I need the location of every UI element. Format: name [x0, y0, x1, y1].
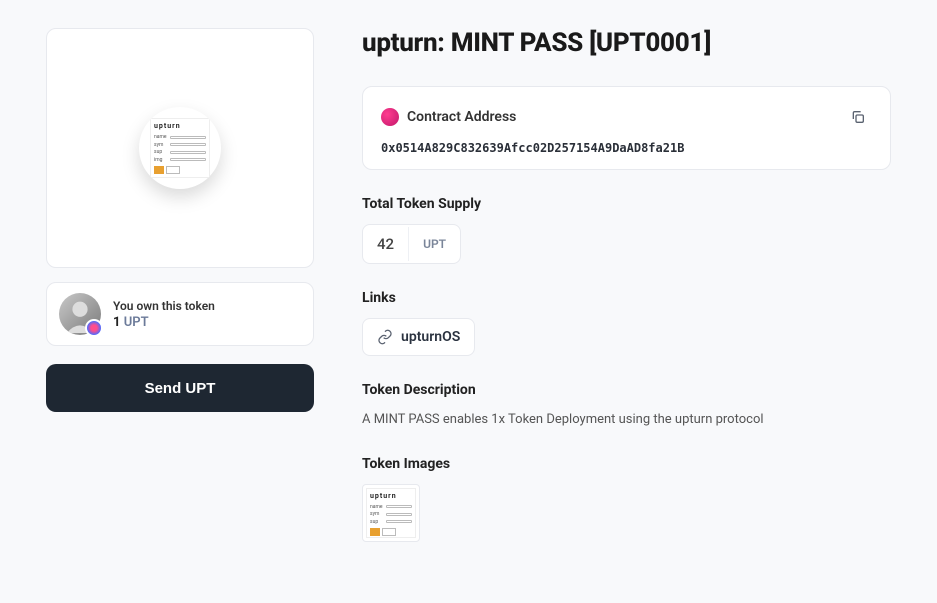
link-item-label: upturnOS: [401, 329, 460, 345]
links-section: Links upturnOS: [362, 290, 891, 356]
link-icon: [377, 329, 393, 345]
description-section: Token Description A MINT PASS enables 1x…: [362, 382, 891, 430]
contract-address-value: 0x0514A829C832639Afcc02D257154A9DaAD8fa2…: [381, 141, 872, 155]
supply-box: 42 UPT: [362, 224, 461, 264]
supply-section: Total Token Supply 42 UPT: [362, 196, 891, 264]
copy-icon: [850, 109, 866, 125]
ownership-label: You own this token: [113, 299, 215, 313]
ownership-amount-value: 1: [113, 315, 120, 330]
copy-address-button[interactable]: [844, 103, 872, 131]
link-item[interactable]: upturnOS: [362, 318, 475, 356]
description-label: Token Description: [362, 382, 891, 398]
links-label: Links: [362, 290, 891, 306]
images-section: Token Images upturn name sym sup: [362, 456, 891, 542]
supply-symbol: UPT: [408, 227, 460, 261]
contract-address-card: Contract Address 0x0514A829C832639Afcc02…: [362, 86, 891, 170]
supply-label: Total Token Supply: [362, 196, 891, 212]
token-image-thumbnail[interactable]: upturn name sym sup: [362, 484, 420, 542]
avatar-badge-icon: [85, 319, 103, 337]
token-thumbnail: upturn name sym sup img: [150, 118, 210, 178]
owner-avatar: [59, 293, 101, 335]
contract-address-label: Contract Address: [407, 109, 516, 125]
ownership-card: You own this token 1 UPT: [46, 282, 314, 346]
images-label: Token Images: [362, 456, 891, 472]
description-text: A MINT PASS enables 1x Token Deployment …: [362, 410, 891, 430]
ownership-amount-symbol: UPT: [124, 315, 149, 330]
page-title: upturn: MINT PASS [UPT0001]: [362, 28, 891, 58]
contract-icon: [381, 108, 399, 126]
token-preview-image: upturn name sym sup img: [139, 107, 221, 189]
send-button[interactable]: Send UPT: [46, 364, 314, 412]
ownership-amount: 1 UPT: [113, 315, 215, 330]
supply-value: 42: [363, 225, 408, 263]
token-preview-card: upturn name sym sup img: [46, 28, 314, 268]
